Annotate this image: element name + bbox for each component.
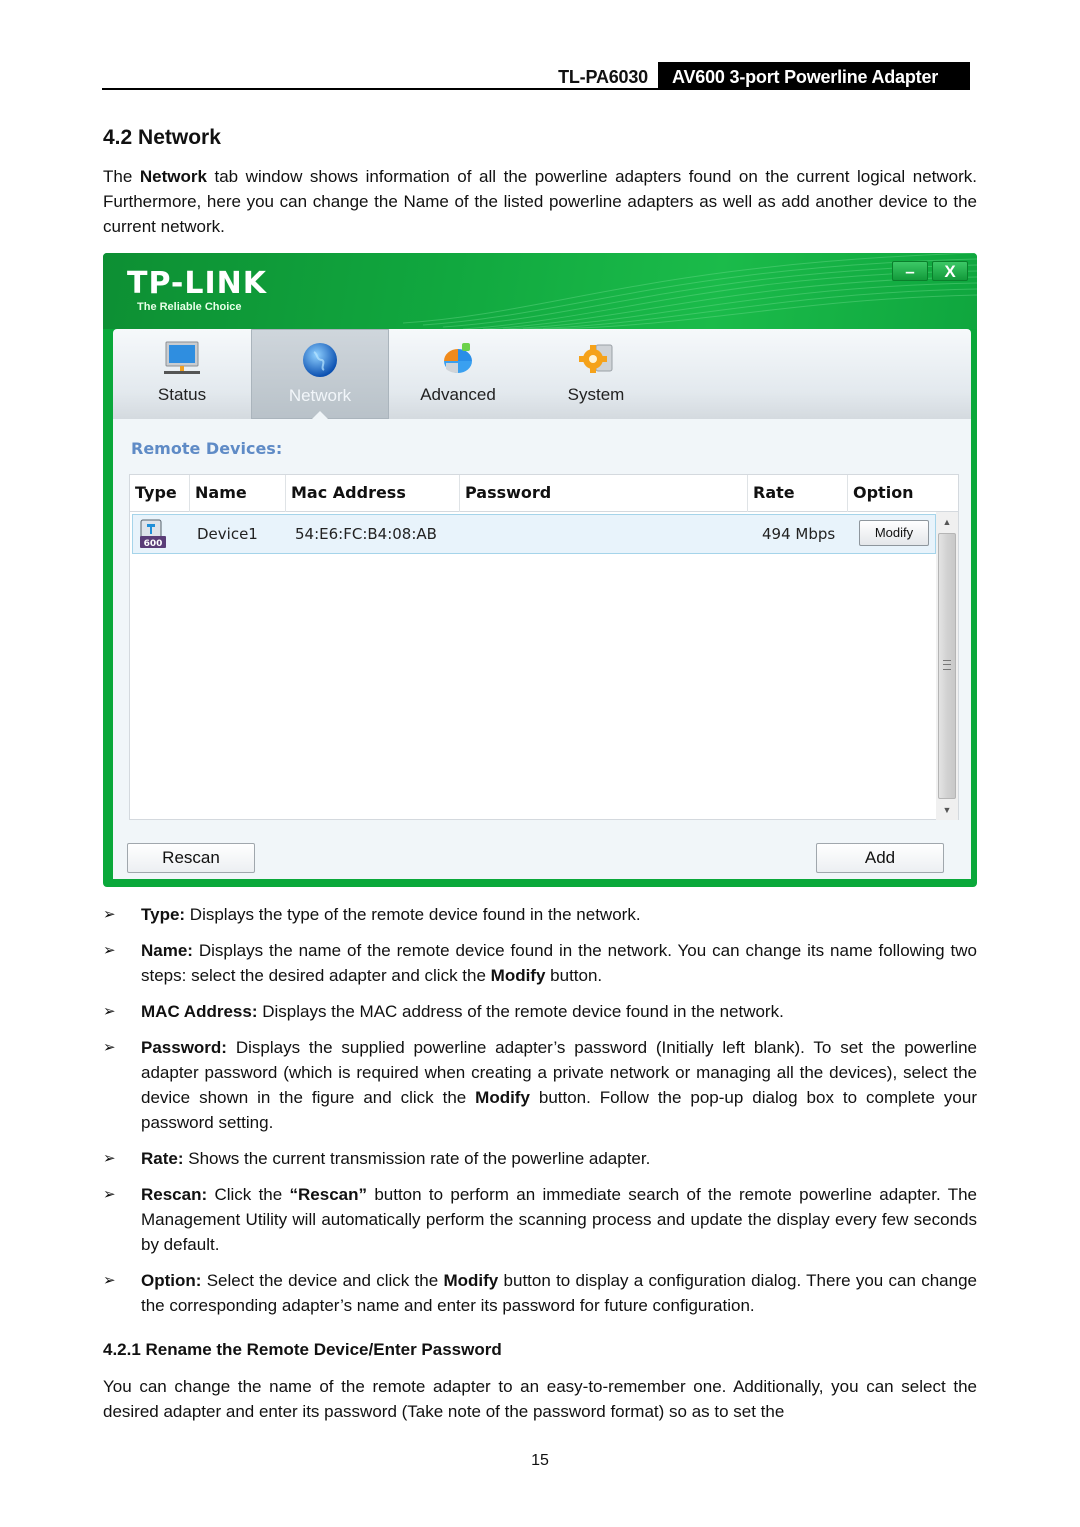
arrow-bullet-icon: ➢ — [103, 1003, 116, 1020]
bullet-text: Select the device and click the — [201, 1271, 444, 1290]
bullet-text: button. — [545, 966, 603, 985]
rescan-button[interactable]: Rescan — [127, 843, 255, 873]
arrow-bullet-icon: ➢ — [103, 1039, 116, 1056]
bullet-text: Shows the current transmission rate of t… — [183, 1149, 651, 1168]
type-badge: 600 — [144, 539, 163, 549]
scroll-down-arrow-icon[interactable]: ▼ — [936, 800, 958, 820]
bullet-text: Displays the type of the remote device f… — [185, 905, 641, 924]
network-panel: Remote Devices: Type Name Mac Address Pa… — [113, 419, 971, 879]
bullet-item: ➢ MAC Address: Displays the MAC address o… — [103, 999, 977, 1024]
vertical-scrollbar[interactable]: ▲ ▼ — [936, 512, 958, 820]
tab-status[interactable]: Status — [113, 329, 251, 419]
scrollbar-thumb[interactable] — [938, 533, 956, 799]
remote-devices-table: Type Name Mac Address Password Rate Opti… — [129, 474, 959, 820]
bullet-item: ➢ Password: Displays the supplied powerli… — [103, 1035, 977, 1135]
column-header-password[interactable]: Password — [460, 475, 748, 512]
close-button[interactable]: X — [932, 261, 968, 281]
bullet-item: ➢ Name: Displays the name of the remote d… — [103, 938, 977, 988]
tab-label: Advanced — [420, 385, 496, 404]
bullet-term: Type: — [141, 905, 186, 924]
bullet-emphasis: Modify — [490, 966, 546, 985]
device-rate: 494 Mbps — [762, 525, 836, 543]
modify-button[interactable]: Modify — [859, 520, 929, 546]
add-button[interactable]: Add — [816, 843, 944, 873]
column-header-mac[interactable]: Mac Address — [286, 475, 460, 512]
scroll-up-arrow-icon[interactable]: ▲ — [936, 512, 958, 532]
field-descriptions: ➢ Type: Displays the type of the remote d… — [103, 902, 977, 1329]
device-mac: 54:E6:FC:B4:08:AB — [295, 525, 437, 543]
bullet-item: ➢ Rate: Shows the current transmission ra… — [103, 1146, 977, 1171]
subsection-title: 4.2.1 Rename the Remote Device/Enter Pas… — [103, 1340, 502, 1359]
minimize-button[interactable]: – — [892, 261, 928, 281]
app-window: TP-LINK The Reliable Choice – X Status N… — [103, 253, 977, 887]
bullet-emphasis: Modify — [475, 1088, 530, 1107]
bullet-term: Name: — [141, 941, 193, 960]
arrow-bullet-icon: ➢ — [103, 1186, 116, 1203]
arrow-bullet-icon: ➢ — [103, 942, 116, 959]
bullet-emphasis: “Rescan” — [289, 1185, 368, 1204]
tab-label: Network — [288, 386, 352, 405]
arrow-bullet-icon: ➢ — [103, 1272, 116, 1289]
gear-icon — [579, 344, 613, 373]
bullet-term: Rescan: — [141, 1185, 208, 1204]
remote-devices-title: Remote Devices: — [131, 439, 283, 458]
subsection-paragraph: You can change the name of the remote ad… — [103, 1377, 977, 1421]
column-header-option[interactable]: Option — [848, 475, 958, 512]
tab-label: Status — [157, 385, 207, 404]
arrow-bullet-icon: ➢ — [103, 906, 116, 923]
table-header: Type Name Mac Address Password Rate Opti… — [130, 475, 958, 512]
tab-network[interactable]: Network — [251, 329, 389, 419]
tab-label: System — [567, 385, 625, 404]
tp-link-logo: TP-LINK The Reliable Choice — [127, 266, 268, 314]
column-header-type[interactable]: Type — [130, 475, 190, 512]
intro-bold-term: Network — [139, 167, 207, 186]
intro-paragraph: The Network tab window shows information… — [103, 164, 977, 239]
page-header: TL-PA6030 AV600 3-port Powerline Adapter — [102, 62, 970, 90]
bullet-item: ➢ Rescan: Click the “Rescan” button to pe… — [103, 1182, 977, 1257]
bullet-term: Option: — [141, 1271, 202, 1290]
tab-advanced[interactable]: Advanced — [389, 329, 527, 419]
tab-system[interactable]: System — [527, 329, 665, 419]
page-number: 15 — [531, 1452, 549, 1469]
globe-icon — [303, 343, 337, 377]
grip-icon — [943, 660, 951, 670]
column-header-rate[interactable]: Rate — [748, 475, 848, 512]
powerline-adapter-icon: 600 — [140, 519, 166, 549]
column-header-name[interactable]: Name — [190, 475, 286, 512]
pie-chart-icon — [444, 343, 472, 373]
header-product: AV600 3-port Powerline Adapter — [658, 62, 970, 90]
intro-text: tab window shows information of all the … — [103, 167, 977, 236]
bullet-item: ➢ Option: Select the device and click the… — [103, 1268, 977, 1318]
bullet-text: Click the — [207, 1185, 290, 1204]
monitor-icon — [164, 341, 200, 374]
bullet-term: Rate: — [141, 1149, 184, 1168]
bullet-item: ➢ Type: Displays the type of the remote d… — [103, 902, 977, 927]
bullet-emphasis: Modify — [443, 1271, 499, 1290]
bullet-term: Password: — [141, 1038, 227, 1057]
app-banner: TP-LINK The Reliable Choice – X — [103, 253, 977, 329]
bullet-term: MAC Address: — [141, 1002, 258, 1021]
logo-text: TP-LINK — [127, 266, 268, 301]
tab-bar: Status Network Advanced System — [113, 329, 971, 419]
section-title: 4.2 Network — [103, 126, 221, 149]
arrow-bullet-icon: ➢ — [103, 1150, 116, 1167]
logo-tagline: The Reliable Choice — [137, 301, 242, 313]
intro-text: The — [103, 167, 140, 186]
header-model: TL-PA6030 — [558, 67, 648, 87]
device-name: Device1 — [197, 525, 258, 543]
bullet-text: Displays the MAC address of the remote d… — [257, 1002, 784, 1021]
table-row[interactable]: 600 Device1 54:E6:FC:B4:08:AB 494 Mbps M… — [132, 514, 936, 554]
wave-decoration — [403, 253, 977, 329]
